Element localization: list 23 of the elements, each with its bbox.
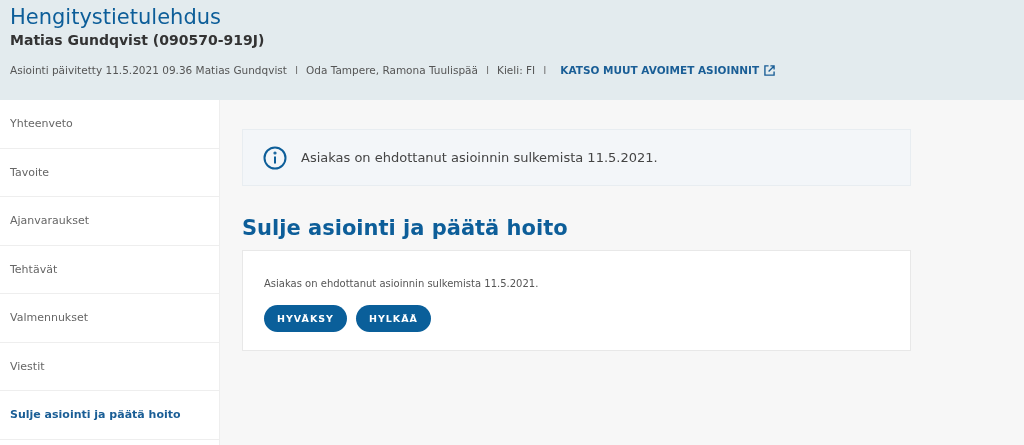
sidebar-item[interactable]: Tehtävät <box>0 245 219 294</box>
info-text: Asiakas on ehdottanut asioinnin sulkemista 11.5.2021. <box>301 150 658 165</box>
patient-name: Matias Gundqvist (090570-919J) <box>10 32 266 48</box>
section-heading: Sulje asiointi ja päätä hoito <box>242 216 569 240</box>
sidebar-item[interactable]: Tavoite <box>0 148 219 197</box>
sidebar-item[interactable]: Sulje asiointi ja päätä hoito <box>0 391 219 440</box>
page-title: Hengitystietulehdus <box>10 4 222 30</box>
open-cases-link[interactable]: KATSO MUUT AVOIMET ASIOINNIT <box>560 64 776 76</box>
separator: I <box>543 64 547 76</box>
sidebar-item[interactable]: Yhteenveto <box>0 100 219 149</box>
meta-text: Kieli: FI <box>497 64 536 76</box>
meta-text: Asiointi päivitetty 11.5.2021 09.36 Matias Gundqvist <box>10 64 287 76</box>
sidebar-item[interactable]: Viestit <box>0 342 219 391</box>
external-link-icon <box>764 64 776 76</box>
action-button[interactable]: HYLKÄÄ <box>356 305 431 332</box>
info-icon <box>263 145 287 170</box>
sidebar-item[interactable]: Valmennukset <box>0 294 219 343</box>
meta-text: Oda Tampere, Ramona Tuulispää <box>306 64 478 76</box>
separator: I <box>294 64 298 76</box>
action-button[interactable]: HYVÄKSY <box>264 305 347 332</box>
sidebar-item[interactable]: Ajanvaraukset <box>0 197 219 246</box>
separator: I <box>485 64 490 76</box>
card-text: Asiakas on ehdottanut asioinnin sulkemista 11.5.2021. <box>264 278 540 289</box>
